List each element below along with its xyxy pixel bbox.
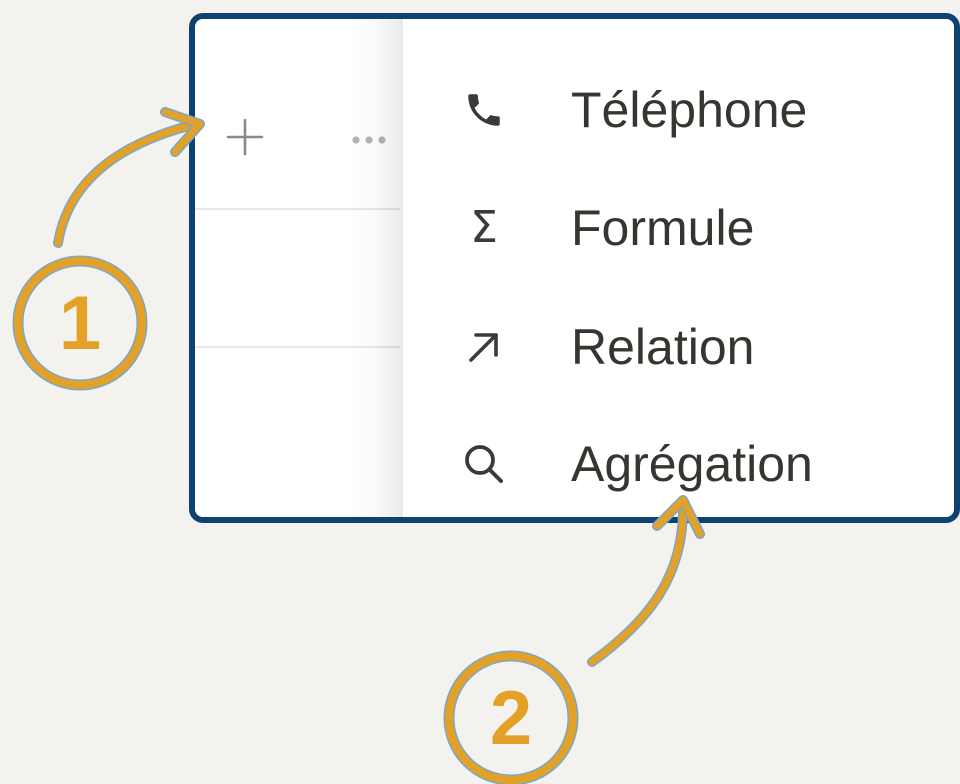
menu-item-agregation[interactable]: Agrégation [403, 419, 954, 509]
menu-item-label: Relation [571, 319, 755, 375]
search-icon [461, 441, 507, 487]
phone-icon [461, 87, 507, 133]
arrow-up-right-icon [461, 324, 507, 370]
menu-item-label: Formule [571, 200, 755, 256]
menu-item-formule[interactable]: Σ Formule [403, 183, 954, 273]
sigma-icon: Σ [470, 202, 498, 253]
menu-item-relation[interactable]: Relation [403, 302, 954, 392]
property-type-menu: Téléphone Σ Formule Relation Agrégation [402, 19, 954, 517]
menu-shadow [345, 19, 405, 517]
annotation-arrow-1 [53, 107, 205, 248]
step-number-2: 2 [489, 675, 533, 761]
menu-item-label: Agrégation [571, 436, 813, 492]
annotation-arrow-2 [587, 495, 705, 667]
notion-screenshot-frame: Téléphone Σ Formule Relation Agrégation [189, 13, 960, 523]
plus-icon [226, 118, 264, 156]
menu-item-telephone[interactable]: Téléphone [403, 65, 954, 155]
step-number-1: 1 [58, 280, 102, 366]
add-column-button[interactable] [225, 117, 265, 157]
menu-item-label: Téléphone [571, 82, 808, 138]
